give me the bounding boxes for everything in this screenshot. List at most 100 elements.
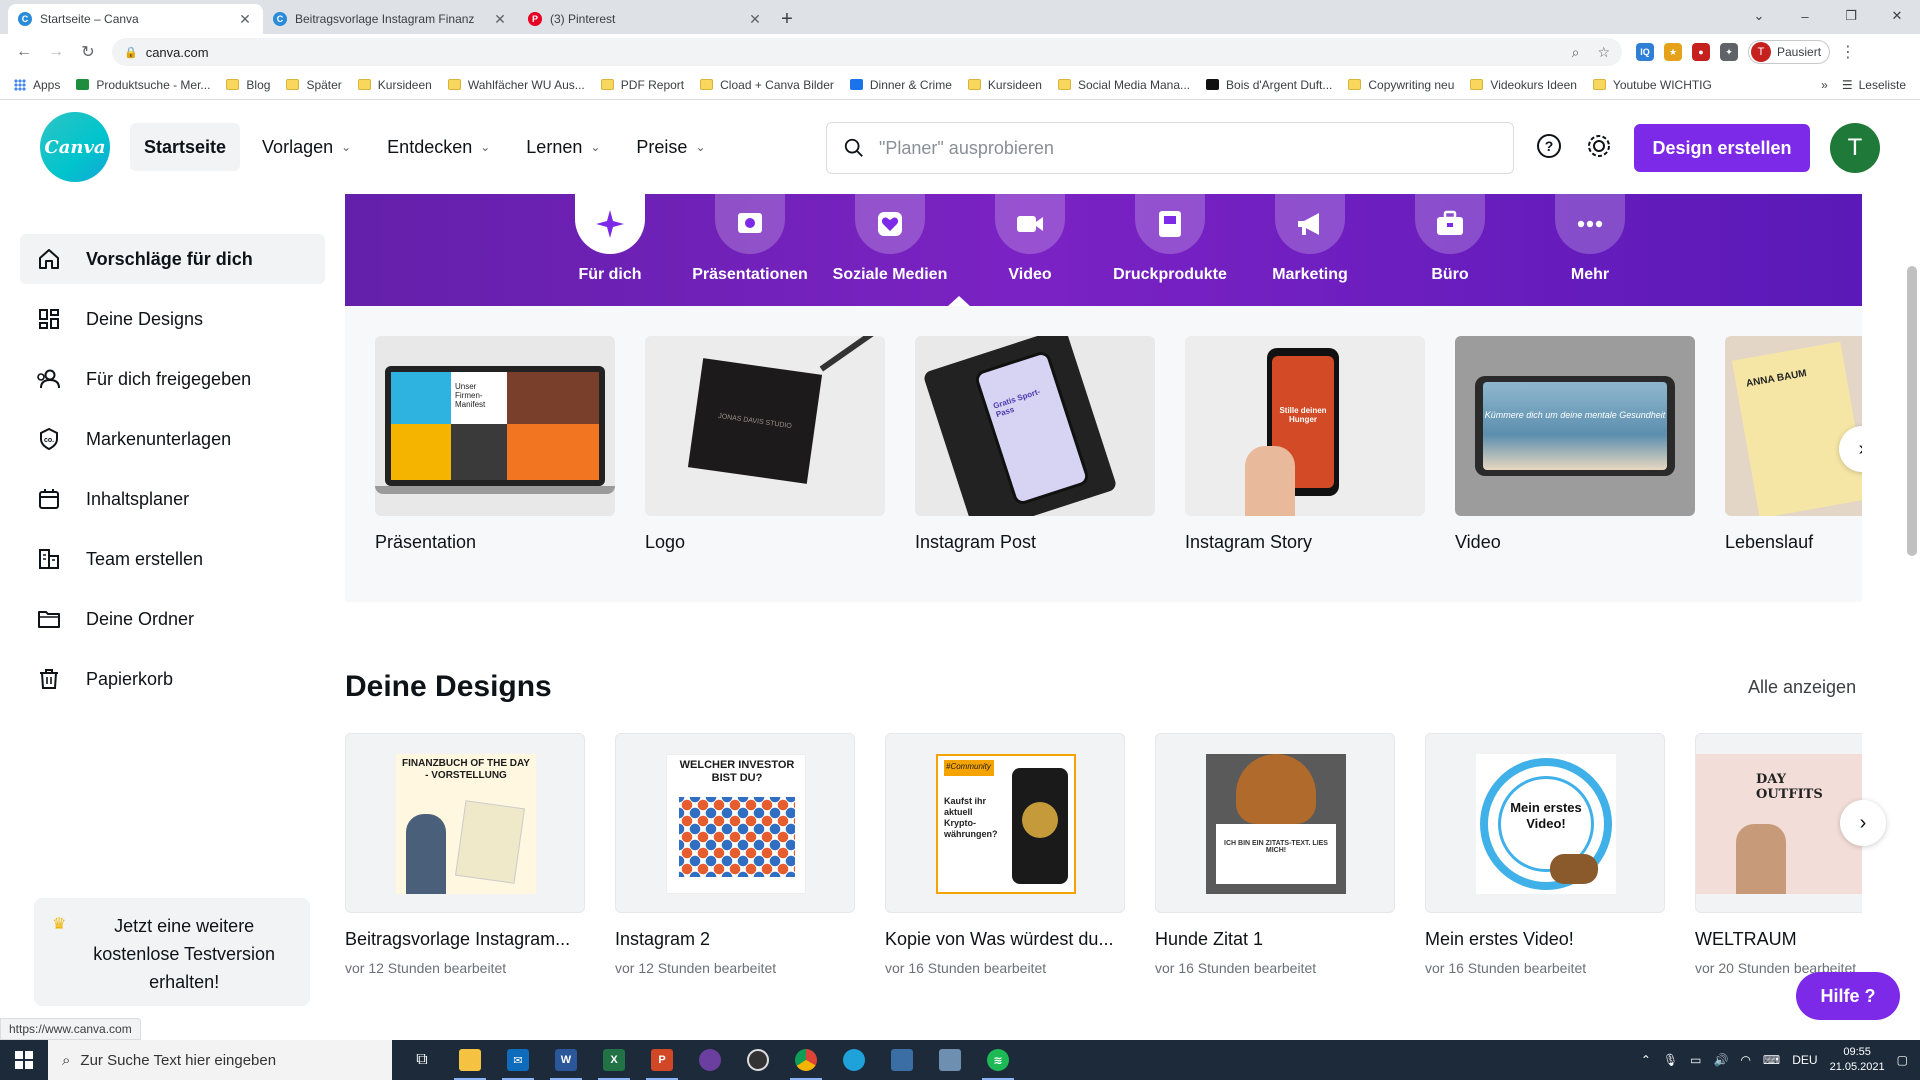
help-icon[interactable]: ? xyxy=(1534,131,1564,161)
sidebar-item-inhaltsplaner[interactable]: Inhaltsplaner xyxy=(20,474,325,524)
close-tab-icon[interactable]: ✕ xyxy=(237,11,253,28)
sidebar-item-markenunterlagen[interactable]: co. Markenunterlagen xyxy=(20,414,325,464)
url-field[interactable]: 🔒 canva.com ⌕ ☆ xyxy=(112,38,1622,66)
volume-icon[interactable]: 🔊 xyxy=(1713,1053,1728,1067)
windows-start-button[interactable] xyxy=(0,1040,48,1080)
design-card[interactable]: Mein erstes Video! Mein erstes Video! vo… xyxy=(1425,733,1665,976)
browser-menu-icon[interactable]: ⋮ xyxy=(1840,42,1856,62)
see-all-link[interactable]: Alle anzeigen xyxy=(1748,677,1856,698)
design-card[interactable]: FINANZBUCH OF THE DAY - VORSTELLUNG Beit… xyxy=(345,733,585,976)
iq-extension-icon[interactable]: IQ xyxy=(1636,43,1654,61)
bookmark-item[interactable]: Videokurs Ideen xyxy=(1470,78,1577,92)
extension-icon[interactable]: ★ xyxy=(1664,43,1682,61)
reading-list-button[interactable]: ☰ Leseliste xyxy=(1842,78,1906,92)
microphone-icon[interactable]: 🎙 xyxy=(1663,1053,1678,1067)
design-card[interactable]: WELCHER INVESTOR BIST DU? Instagram 2 vo… xyxy=(615,733,855,976)
word-icon[interactable]: W xyxy=(542,1040,590,1080)
forward-icon[interactable]: → xyxy=(42,38,70,66)
sidebar-item-team-erstellen[interactable]: Team erstellen xyxy=(20,534,325,584)
browser-tab-canva-home[interactable]: C Startseite – Canva ✕ xyxy=(8,4,263,34)
category-video[interactable]: Video xyxy=(960,194,1100,284)
bookmark-item[interactable]: Später xyxy=(286,78,342,92)
bookmark-item[interactable]: Kursideen xyxy=(967,78,1042,92)
taskbar-clock[interactable]: 09:55 21.05.2021 xyxy=(1830,1045,1885,1075)
design-type-card[interactable]: Stille deinen Hunger Instagram Story xyxy=(1185,336,1425,553)
settings-gear-icon[interactable] xyxy=(1584,131,1614,161)
bookmark-item[interactable]: Youtube WICHTIG xyxy=(1592,78,1712,92)
category-mehr[interactable]: Mehr xyxy=(1520,194,1660,284)
wifi-icon[interactable]: ◠ xyxy=(1740,1053,1750,1067)
bookmark-item[interactable]: PDF Report xyxy=(600,78,684,92)
design-card[interactable]: ICH BIN EIN ZITATS-TEXT. LIES MICH! Hund… xyxy=(1155,733,1395,976)
minimize-icon[interactable]: – xyxy=(1782,0,1828,32)
trial-promo-card[interactable]: ♛ Jetzt eine weitere kostenlose Testvers… xyxy=(34,898,310,1006)
help-button[interactable]: Hilfe ? xyxy=(1796,972,1900,1020)
back-icon[interactable]: ← xyxy=(10,38,38,66)
reload-icon[interactable]: ↻ xyxy=(74,38,102,66)
bookmark-item[interactable]: Wahlfächer WU Aus... xyxy=(447,78,585,92)
category-druckprodukte[interactable]: Druckprodukte xyxy=(1100,194,1240,284)
user-avatar[interactable]: T xyxy=(1830,123,1880,173)
app-icon[interactable] xyxy=(926,1040,974,1080)
sidebar-item-freigegeben[interactable]: Für dich freigegeben xyxy=(20,354,325,404)
browser-tab-beitragsvorlage[interactable]: C Beitragsvorlage Instagram Finanz ✕ xyxy=(263,4,518,34)
design-type-card[interactable]: Gratis Sport-Pass Instagram Post xyxy=(915,336,1155,553)
profile-button[interactable]: T Pausiert xyxy=(1748,40,1831,64)
category-soziale-medien[interactable]: Soziale Medien xyxy=(820,194,960,284)
chrome-icon[interactable] xyxy=(782,1040,830,1080)
close-tab-icon[interactable]: ✕ xyxy=(492,11,508,28)
powerpoint-icon[interactable]: P xyxy=(638,1040,686,1080)
app-icon[interactable] xyxy=(734,1040,782,1080)
bookmark-item[interactable]: Produktsuche - Mer... xyxy=(76,78,210,92)
category-buero[interactable]: Büro xyxy=(1380,194,1520,284)
design-type-card[interactable]: Unser Firmen-Manifest Präsentation xyxy=(375,336,615,553)
bookmark-item[interactable]: Blog xyxy=(226,78,270,92)
nav-entdecken[interactable]: Entdecken ⌄ xyxy=(373,123,504,171)
bookmark-item[interactable]: Social Media Mana... xyxy=(1057,78,1190,92)
bookmarks-overflow-icon[interactable]: » xyxy=(1821,78,1828,92)
spotify-icon[interactable]: ≋ xyxy=(974,1040,1022,1080)
keyboard-icon[interactable]: ⌨ xyxy=(1763,1053,1780,1067)
create-design-button[interactable]: Design erstellen xyxy=(1634,124,1810,172)
nav-vorlagen[interactable]: Vorlagen ⌄ xyxy=(248,123,365,171)
edge-icon[interactable] xyxy=(830,1040,878,1080)
file-explorer-icon[interactable] xyxy=(446,1040,494,1080)
sidebar-item-papierkorb[interactable]: Papierkorb xyxy=(20,654,325,704)
bookmark-item[interactable]: Copywriting neu xyxy=(1348,78,1454,92)
bookmark-item[interactable]: Dinner & Crime xyxy=(849,78,952,92)
badge-extension-icon[interactable]: ● xyxy=(1692,43,1710,61)
browser-tab-pinterest[interactable]: P (3) Pinterest ✕ xyxy=(518,4,773,34)
bookmark-item[interactable]: Kursideen xyxy=(357,78,432,92)
scrollbar-thumb[interactable] xyxy=(1907,266,1917,556)
app-icon[interactable] xyxy=(686,1040,734,1080)
nav-lernen[interactable]: Lernen ⌄ xyxy=(512,123,614,171)
nav-preise[interactable]: Preise ⌄ xyxy=(622,123,719,171)
new-tab-button[interactable]: + xyxy=(773,4,801,34)
sidebar-item-deine-designs[interactable]: Deine Designs xyxy=(20,294,325,344)
category-fuer-dich[interactable]: Für dich xyxy=(540,194,680,284)
app-icon[interactable] xyxy=(878,1040,926,1080)
task-view-icon[interactable]: ⧉ xyxy=(398,1040,446,1080)
sidebar-item-vorschlaege[interactable]: Vorschläge für dich xyxy=(20,234,325,284)
puzzle-extensions-icon[interactable]: ✦ xyxy=(1720,43,1738,61)
taskbar-search-input[interactable]: ⌕ Zur Suche Text hier eingeben xyxy=(48,1040,392,1080)
canva-logo[interactable]: Canva xyxy=(40,112,110,182)
category-marketing[interactable]: Marketing xyxy=(1240,194,1380,284)
design-type-card[interactable]: JONAS DAVIS STUDIO Logo xyxy=(645,336,885,553)
bookmark-star-icon[interactable]: ☆ xyxy=(1597,44,1610,61)
search-input[interactable]: "Planer" ausprobieren xyxy=(826,122,1514,174)
mail-icon[interactable]: ✉ xyxy=(494,1040,542,1080)
sidebar-item-ordner[interactable]: Deine Ordner xyxy=(20,594,325,644)
zoom-icon[interactable]: ⌕ xyxy=(1572,44,1580,61)
design-type-card[interactable]: Kümmere dich um deine mentale Gesundheit… xyxy=(1455,336,1695,553)
close-window-icon[interactable]: ✕ xyxy=(1874,0,1920,32)
maximize-icon[interactable]: ❐ xyxy=(1828,0,1874,32)
bookmark-item[interactable]: Cload + Canva Bilder xyxy=(700,78,834,92)
category-praesentationen[interactable]: Präsentationen xyxy=(680,194,820,284)
notifications-icon[interactable]: ▢ xyxy=(1897,1053,1908,1067)
design-card[interactable]: DAY OUTFITS WELTRAUM vor 20 Stunden bear… xyxy=(1695,733,1862,976)
design-card[interactable]: #Community Kaufst ihr aktuell Krypto-wäh… xyxy=(885,733,1125,976)
designs-next-button[interactable]: › xyxy=(1840,800,1886,846)
tray-overflow-icon[interactable]: ⌃ xyxy=(1641,1053,1651,1067)
excel-icon[interactable]: X xyxy=(590,1040,638,1080)
